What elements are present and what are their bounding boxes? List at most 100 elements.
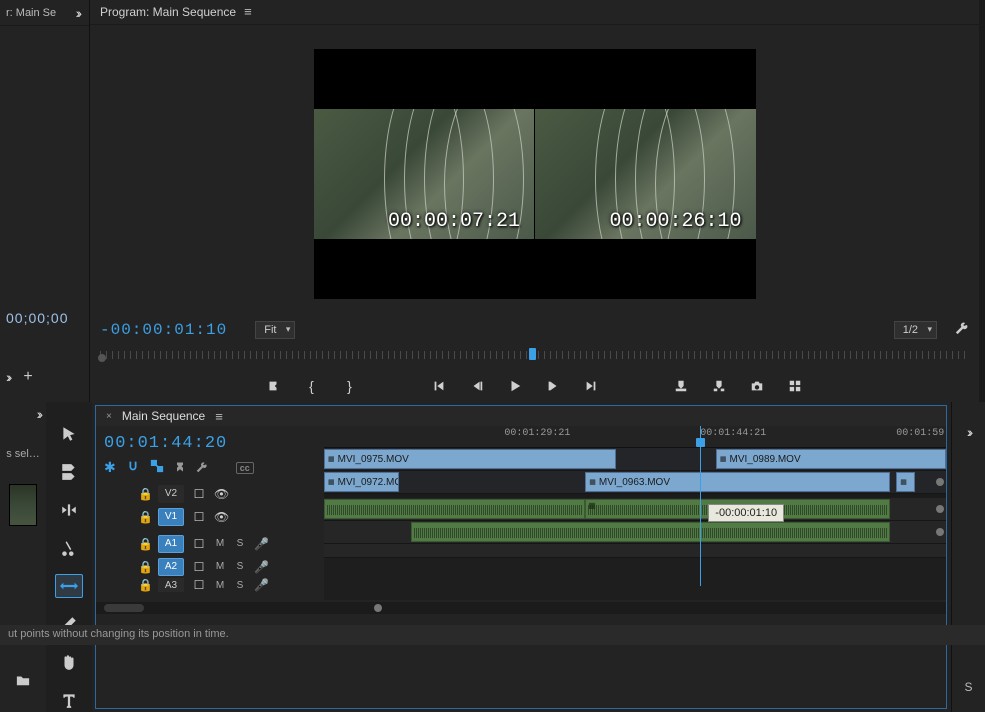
mute-button[interactable]: M	[214, 538, 226, 549]
time-ruler[interactable]: 00:01:29:2100:01:44:2100:01:59:2	[324, 426, 946, 448]
step-forward-button[interactable]	[546, 379, 562, 393]
timeline-playhead-timecode[interactable]: 00:01:44:20	[104, 434, 316, 453]
export-frame-button[interactable]	[750, 379, 766, 393]
add-panel-button[interactable]: +	[23, 368, 32, 386]
button-editor-icon[interactable]	[788, 379, 804, 393]
timeline-zoom-scrollbar[interactable]	[96, 602, 946, 614]
mute-button[interactable]: M	[214, 561, 226, 572]
go-to-out-button[interactable]	[584, 379, 600, 393]
lock-icon[interactable]: 🔒	[138, 578, 150, 592]
track-header-a1[interactable]: 🔒 A1 ☐ M S 🎤	[104, 532, 316, 555]
voiceover-icon[interactable]: 🎤	[254, 560, 268, 574]
playback-resolution-dropdown[interactable]: 1/2	[894, 321, 937, 339]
track-header-v2[interactable]: 🔒 V2 ☐ 👁	[104, 482, 316, 505]
razor-tool[interactable]	[55, 536, 83, 560]
track-label-v2[interactable]: V2	[158, 485, 184, 503]
video-clip[interactable]: ▦MVI_0975.MOV	[324, 449, 616, 469]
video-clip[interactable]: ▦MVI_0989.MOV	[716, 449, 946, 469]
track-select-tool[interactable]	[55, 460, 83, 484]
extract-button[interactable]	[712, 379, 728, 393]
mark-out-button[interactable]: }	[342, 378, 358, 394]
panel-menu-icon[interactable]: ≡	[244, 4, 252, 19]
solo-button[interactable]: S	[234, 561, 246, 572]
new-bin-icon[interactable]	[15, 673, 31, 690]
project-panel: ›› s sel…	[0, 402, 46, 712]
video-clip[interactable]: ▦MVI_0963.MOV	[585, 472, 890, 492]
bin-thumbnail[interactable]	[9, 484, 37, 526]
timeline-settings-icon[interactable]	[196, 460, 208, 476]
track-header-a3[interactable]: 🔒 A3 ☐ M S 🎤	[104, 578, 316, 592]
close-sequence-icon[interactable]: ×	[106, 411, 112, 422]
ripple-edit-tool[interactable]	[55, 498, 83, 522]
program-scrub-bar[interactable]	[90, 351, 979, 370]
nest-toggle-icon[interactable]: ✱	[104, 459, 116, 476]
zoom-fit-dropdown[interactable]: Fit	[255, 321, 295, 339]
right-clip-timecode: 00:00:26:10	[609, 210, 741, 233]
track-scroll-dot	[936, 505, 944, 513]
eye-icon[interactable]: 👁	[214, 487, 228, 501]
source-patch-icon[interactable]: ☐	[192, 487, 206, 501]
audio-clip[interactable]	[324, 499, 585, 519]
left-clip-timecode: 00:00:07:21	[388, 210, 520, 233]
track-a3[interactable]	[324, 544, 946, 558]
settings-icon[interactable]	[955, 321, 969, 338]
panel-menu-icon[interactable]: ≡	[215, 409, 223, 424]
track-label-a1[interactable]: A1	[158, 535, 184, 553]
track-header-v1[interactable]: 🔒 V1 ☐ 👁	[104, 505, 316, 528]
source-patch-icon[interactable]: ☐	[192, 560, 206, 574]
timeline-tracks-area[interactable]: 00:01:29:2100:01:44:2100:01:59:2 ▦MVI_09…	[324, 426, 946, 600]
mark-in-button[interactable]: {	[304, 378, 320, 394]
type-tool[interactable]	[55, 688, 83, 712]
program-playhead-knob[interactable]	[529, 348, 536, 360]
track-v2[interactable]: ▦MVI_0975.MOV ▦MVI_0989.MOV	[324, 448, 946, 471]
linked-selection-icon[interactable]	[150, 459, 164, 476]
source-patch-icon[interactable]: ☐	[192, 510, 206, 524]
audio-clip[interactable]	[411, 522, 890, 542]
voiceover-icon[interactable]: 🎤	[254, 537, 268, 551]
scrollbar-thumb[interactable]	[104, 604, 144, 612]
lock-icon[interactable]: 🔒	[138, 560, 150, 574]
collapse-icon[interactable]: ››	[37, 406, 46, 422]
hand-tool[interactable]	[55, 650, 83, 674]
timeline-track-headers: 00:01:44:20 ✱ cc 🔒 V2	[96, 426, 324, 600]
video-clip[interactable]: ▦	[896, 472, 915, 492]
program-monitor-panel: Program: Main Sequence ≡ 00:00:07:21	[89, 0, 979, 402]
solo-button[interactable]: S	[234, 538, 246, 549]
track-a1[interactable]: ▦	[324, 498, 946, 521]
play-button[interactable]	[508, 379, 524, 393]
panel-menu-icon[interactable]: ››	[6, 369, 13, 385]
selection-label: s sel…	[6, 448, 40, 460]
video-clip[interactable]: ▦MVI_0972.MOV	[324, 472, 399, 492]
lock-icon[interactable]: 🔒	[138, 487, 150, 501]
playhead-line[interactable]	[700, 426, 701, 586]
track-label-v1[interactable]: V1	[158, 508, 184, 526]
marker-icon[interactable]	[174, 460, 186, 476]
lock-icon[interactable]: 🔒	[138, 510, 150, 524]
transport-controls: { }	[90, 370, 979, 402]
track-v1[interactable]: ▦MVI_0972.MOV ▦MVI_0963.MOV ▦	[324, 471, 946, 494]
eye-icon[interactable]: 👁	[214, 510, 228, 524]
step-back-button[interactable]	[470, 379, 486, 393]
captions-toggle[interactable]: cc	[236, 462, 254, 474]
track-label-a3[interactable]: A3	[158, 578, 184, 592]
lift-button[interactable]	[674, 379, 690, 393]
track-header-a2[interactable]: 🔒 A2 ☐ M S 🎤	[104, 555, 316, 578]
snap-toggle-icon[interactable]	[126, 459, 140, 476]
mark-in-icon[interactable]	[266, 379, 282, 393]
source-timecode: 00;00;00	[0, 310, 89, 326]
go-to-in-button[interactable]	[432, 379, 448, 393]
source-patch-icon[interactable]: ☐	[192, 537, 206, 551]
scrollbar-handle[interactable]	[374, 604, 382, 612]
lock-icon[interactable]: 🔒	[138, 537, 150, 551]
track-scroll-dot	[936, 528, 944, 536]
source-tab[interactable]: r: Main Se	[6, 7, 56, 19]
selection-tool[interactable]	[55, 422, 83, 446]
program-position-timecode[interactable]: -00:00:01:10	[100, 321, 227, 339]
collapse-icon[interactable]: ››	[76, 5, 83, 21]
slip-tool[interactable]	[55, 574, 83, 598]
timeline-panel: × Main Sequence ≡ 00:01:44:20 ✱ cc	[95, 405, 947, 709]
track-label-a2[interactable]: A2	[158, 558, 184, 576]
collapse-icon[interactable]: ››	[967, 424, 970, 440]
sequence-tab[interactable]: Main Sequence	[122, 409, 205, 423]
track-a2[interactable]	[324, 521, 946, 544]
